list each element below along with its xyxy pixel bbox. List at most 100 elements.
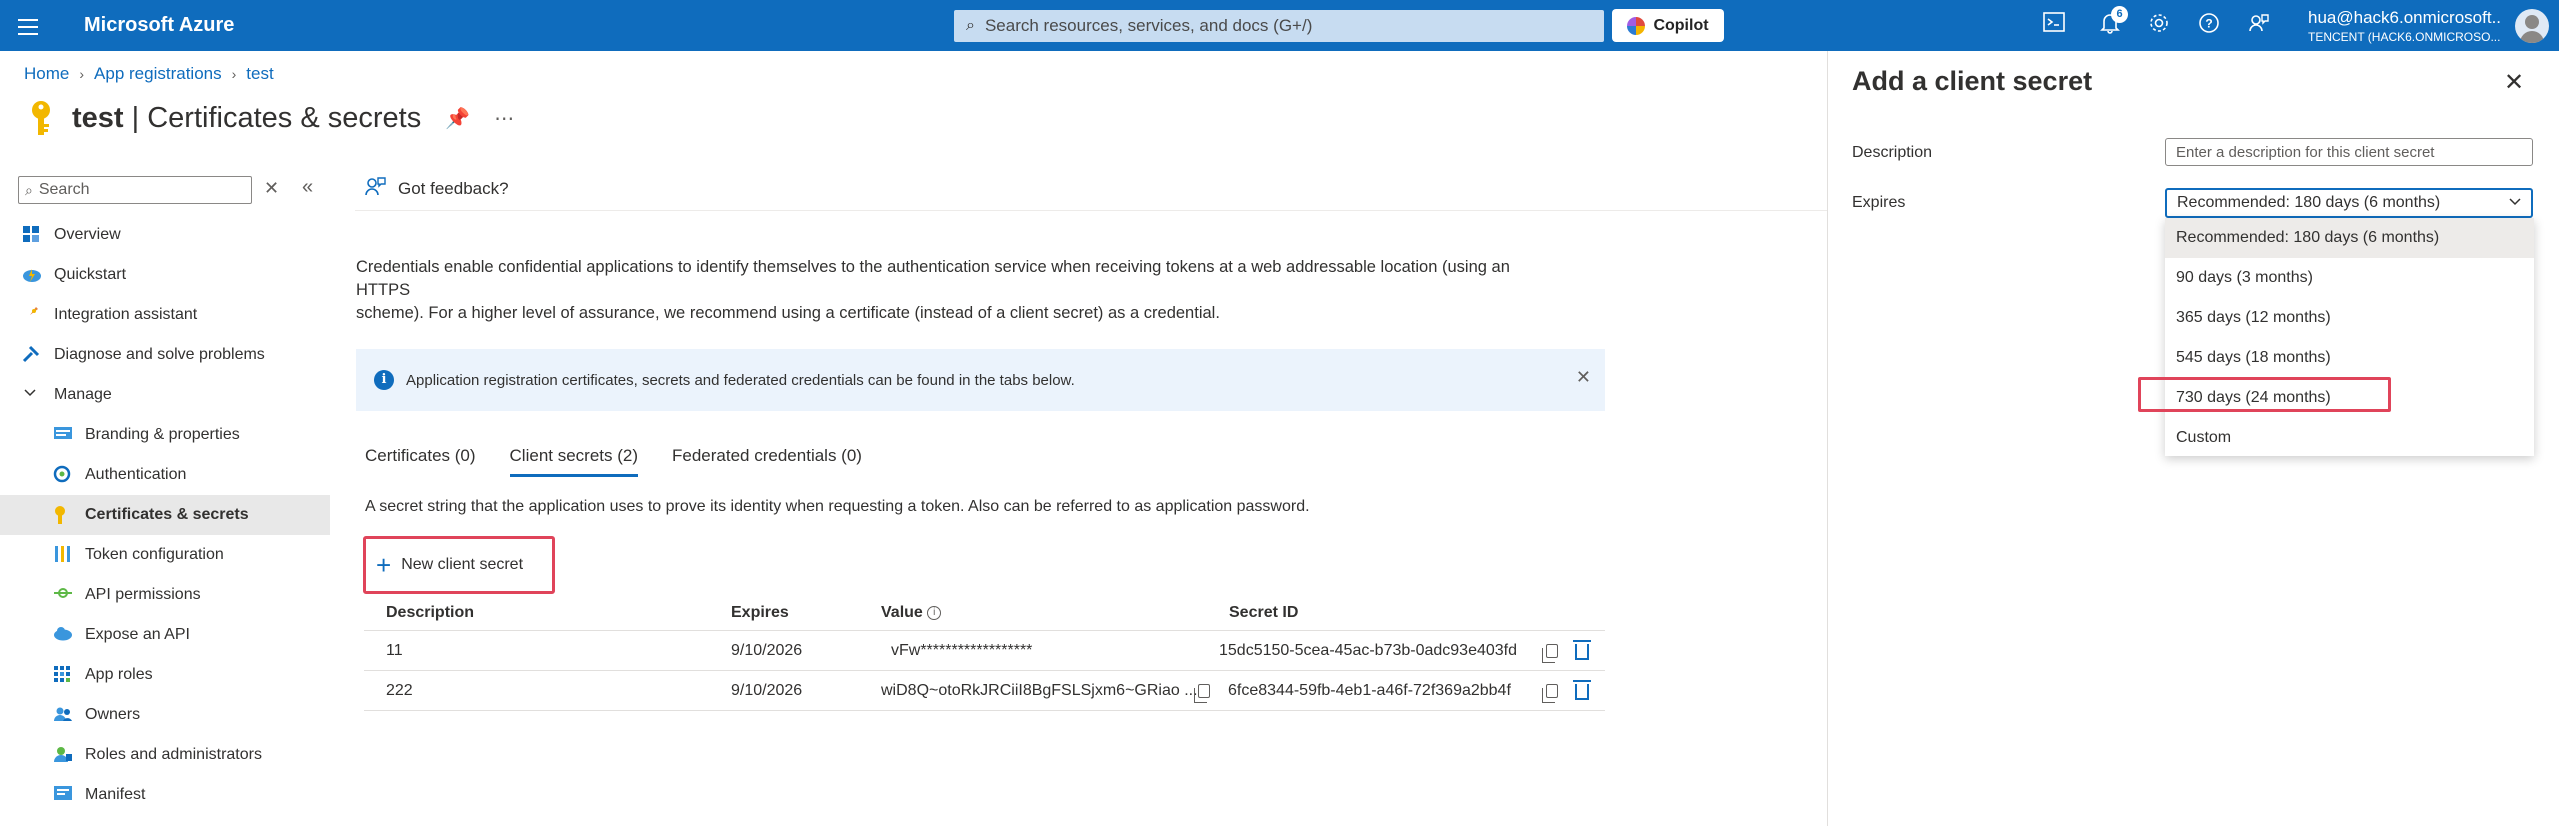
avatar[interactable] — [2515, 9, 2549, 43]
secret-expires: 9/10/2026 — [731, 681, 803, 699]
expires-dropdown[interactable]: Recommended: 180 days (6 months) — [2165, 188, 2533, 218]
expires-selected-value: Recommended: 180 days (6 months) — [2177, 194, 2441, 211]
content-divider — [355, 210, 1828, 211]
clear-search-icon[interactable]: ✕ — [264, 178, 279, 199]
got-feedback-button[interactable]: Got feedback? — [364, 176, 509, 202]
sidebar-item-certificates-secrets[interactable]: Certificates & secrets — [0, 495, 330, 535]
cloud-icon — [53, 625, 73, 645]
secret-description: 11 — [386, 641, 403, 659]
key-icon — [24, 98, 58, 138]
manifest-icon — [53, 785, 73, 805]
sidebar-item-quickstart[interactable]: Quickstart — [0, 255, 330, 295]
roles-icon — [53, 745, 73, 765]
info-icon: i — [374, 370, 394, 390]
people-icon — [53, 705, 73, 725]
secret-description: 222 — [386, 681, 413, 699]
feedback-icon[interactable] — [2245, 12, 2273, 40]
breadcrumb-app-registrations[interactable]: App registrations — [94, 64, 222, 84]
copy-icon[interactable] — [1542, 644, 1558, 663]
cloud-shell-icon[interactable] — [2040, 12, 2068, 40]
secret-expires: 9/10/2026 — [731, 641, 803, 659]
grid-icon — [22, 225, 42, 245]
sidebar-item-roles-administrators[interactable]: Roles and administrators — [0, 735, 330, 775]
svg-text:?: ? — [2205, 17, 2212, 31]
tab-client-secrets[interactable]: Client secrets (2) — [509, 446, 639, 477]
sidebar-item-expose-api[interactable]: Expose an API — [0, 615, 330, 655]
close-icon[interactable]: ✕ — [2504, 68, 2524, 97]
page-title: test | Certificates & secrets — [72, 101, 422, 134]
sidebar-item-app-roles[interactable]: App roles — [0, 655, 330, 695]
authentication-icon — [53, 465, 73, 485]
brand-title[interactable]: Microsoft Azure — [84, 14, 234, 37]
api-permissions-icon — [53, 585, 73, 605]
chevron-right-icon: › — [79, 66, 85, 82]
sidebar-item-owners[interactable]: Owners — [0, 695, 330, 735]
settings-gear-icon[interactable] — [2145, 12, 2173, 40]
new-client-secret-button[interactable]: + New client secret — [363, 536, 555, 594]
branding-icon — [53, 425, 73, 445]
tab-certificates[interactable]: Certificates (0) — [365, 446, 476, 477]
tab-federated-credentials[interactable]: Federated credentials (0) — [672, 446, 862, 477]
search-icon: ⌕ — [25, 181, 33, 198]
global-search-input[interactable] — [984, 16, 1585, 36]
sidebar-item-api-permissions[interactable]: API permissions — [0, 575, 330, 615]
sidebar-search[interactable]: ⌕ — [18, 176, 252, 204]
header-expires[interactable]: Expires — [731, 604, 789, 622]
wrench-icon — [22, 345, 42, 365]
sidebar-nav: Overview Quickstart Integration assistan… — [0, 215, 330, 815]
app-roles-icon — [53, 665, 73, 685]
option-custom[interactable]: Custom — [2165, 418, 2534, 458]
sidebar-group-manage[interactable]: Manage — [0, 375, 330, 415]
copy-value-icon[interactable] — [1194, 684, 1210, 703]
sidebar-item-overview[interactable]: Overview — [0, 215, 330, 255]
description-field[interactable] — [2165, 138, 2533, 166]
global-search[interactable]: ⌕ — [954, 10, 1604, 42]
table-row: 11 9/10/2026 vFw****************** 15dc5… — [364, 631, 1605, 671]
pin-icon[interactable]: 📌 — [445, 106, 470, 131]
sidebar-item-integration-assistant[interactable]: Integration assistant — [0, 295, 330, 335]
option-730-days[interactable]: 730 days (24 months) — [2165, 378, 2534, 418]
account-info[interactable]: hua@hack6.onmicrosoft... TENCENT (HACK6.… — [2308, 8, 2500, 44]
breadcrumb-home[interactable]: Home — [24, 64, 69, 84]
option-90-days[interactable]: 90 days (3 months) — [2165, 258, 2534, 298]
rocket-icon — [22, 305, 42, 325]
header-value[interactable]: Value i — [881, 604, 942, 622]
key-icon — [53, 505, 73, 525]
table-row: 222 9/10/2026 wiD8Q~otoRkJRCiiI8BgFSLSjx… — [364, 671, 1605, 711]
info-icon[interactable]: i — [927, 605, 942, 620]
delete-icon[interactable] — [1573, 640, 1591, 660]
sidebar-item-diagnose[interactable]: Diagnose and solve problems — [0, 335, 330, 375]
expires-options-list: Recommended: 180 days (6 months) 90 days… — [2165, 218, 2534, 456]
search-icon: ⌕ — [966, 17, 975, 34]
panel-title: Add a client secret — [1852, 66, 2093, 96]
expires-label: Expires — [1852, 194, 1906, 211]
sidebar-item-manifest[interactable]: Manifest — [0, 775, 330, 815]
collapse-sidebar-icon[interactable]: « — [302, 176, 313, 199]
sidebar-search-input[interactable] — [38, 181, 239, 199]
chevron-down-icon — [2507, 194, 2523, 215]
cloud-bolt-icon — [22, 265, 42, 285]
option-365-days[interactable]: 365 days (12 months) — [2165, 298, 2534, 338]
help-icon[interactable]: ? — [2195, 12, 2223, 40]
option-180-days[interactable]: Recommended: 180 days (6 months) — [2165, 218, 2534, 258]
sidebar-item-authentication[interactable]: Authentication — [0, 455, 330, 495]
page-header: test | Certificates & secrets 📌 ⋯ — [24, 98, 514, 138]
copilot-button[interactable]: Copilot — [1612, 9, 1724, 42]
table-header-row: Description Expires Value i Secret ID — [364, 596, 1605, 631]
hamburger-menu-icon[interactable] — [14, 14, 42, 38]
option-545-days[interactable]: 545 days (18 months) — [2165, 338, 2534, 378]
close-icon[interactable]: ✕ — [1576, 367, 1591, 388]
sidebar-item-token-configuration[interactable]: Token configuration — [0, 535, 330, 575]
feedback-icon — [364, 176, 386, 202]
sidebar-item-branding[interactable]: Branding & properties — [0, 415, 330, 455]
delete-icon[interactable] — [1573, 680, 1591, 700]
header-secret-id[interactable]: Secret ID — [1229, 604, 1298, 622]
breadcrumb-test[interactable]: test — [246, 64, 273, 84]
intro-text: Credentials enable confidential applicat… — [356, 258, 1510, 322]
header-description[interactable]: Description — [386, 604, 474, 622]
copilot-label: Copilot — [1653, 16, 1709, 34]
info-banner-text: Application registration certificates, s… — [406, 371, 1075, 389]
secret-id: 6fce8344-59fb-4eb1-a46f-72f369a2bb4f — [1228, 681, 1511, 699]
more-options-icon[interactable]: ⋯ — [494, 106, 514, 131]
copy-icon[interactable] — [1542, 684, 1558, 703]
